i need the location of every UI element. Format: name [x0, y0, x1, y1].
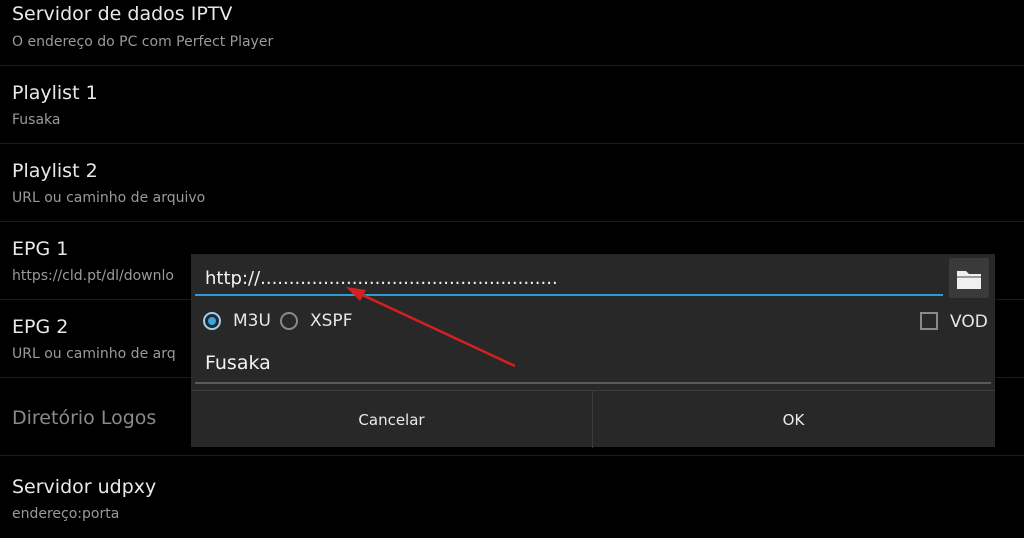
playlist-dialog: http://.................................…	[191, 254, 995, 448]
browse-file-button[interactable]	[949, 258, 989, 298]
setting-udpxy-server[interactable]: Servidor udpxy endereço:porta	[0, 456, 1024, 538]
playlist-url-input[interactable]: http://.................................…	[195, 260, 943, 296]
radio-xspf[interactable]: XSPF	[280, 310, 360, 336]
setting-title: EPG 2	[12, 316, 69, 338]
setting-subtitle: URL ou caminho de arq	[12, 346, 176, 362]
vod-label: VOD	[950, 312, 988, 332]
setting-subtitle: https://cld.pt/dl/downlo	[12, 268, 174, 284]
playlist-url-value: http://.................................…	[205, 268, 558, 289]
ok-button[interactable]: OK	[593, 391, 994, 448]
vod-checkbox[interactable]: VOD	[920, 312, 990, 338]
playlist-name-value: Fusaka	[205, 352, 271, 374]
setting-subtitle: URL ou caminho de arquivo	[12, 190, 206, 206]
setting-title: EPG 1	[12, 238, 69, 260]
setting-title: Servidor de dados IPTV	[12, 3, 233, 25]
setting-subtitle: endereço:porta	[12, 506, 120, 522]
radio-m3u[interactable]: M3U	[203, 310, 271, 336]
checkbox-unchecked-icon	[920, 312, 938, 330]
setting-title: Diretório Logos	[12, 407, 157, 429]
setting-title: Playlist 1	[12, 82, 98, 104]
radio-label: M3U	[233, 311, 271, 331]
setting-playlist-1[interactable]: Playlist 1 Fusaka	[0, 66, 1024, 144]
setting-iptv-data-server[interactable]: Servidor de dados IPTV O endereço do PC …	[0, 0, 1024, 66]
setting-subtitle: Fusaka	[12, 112, 61, 128]
playlist-name-input[interactable]: Fusaka	[195, 346, 991, 384]
setting-title: Servidor udpxy	[12, 476, 157, 498]
setting-title: Playlist 2	[12, 160, 98, 182]
radio-unselected-icon	[280, 312, 298, 330]
radio-label: XSPF	[310, 311, 353, 331]
dialog-button-bar: Cancelar OK	[191, 390, 995, 448]
cancel-button[interactable]: Cancelar	[191, 391, 593, 448]
folder-icon	[957, 271, 981, 289]
radio-selected-icon	[203, 312, 221, 330]
setting-playlist-2[interactable]: Playlist 2 URL ou caminho de arquivo	[0, 144, 1024, 222]
setting-subtitle: O endereço do PC com Perfect Player	[12, 34, 274, 50]
